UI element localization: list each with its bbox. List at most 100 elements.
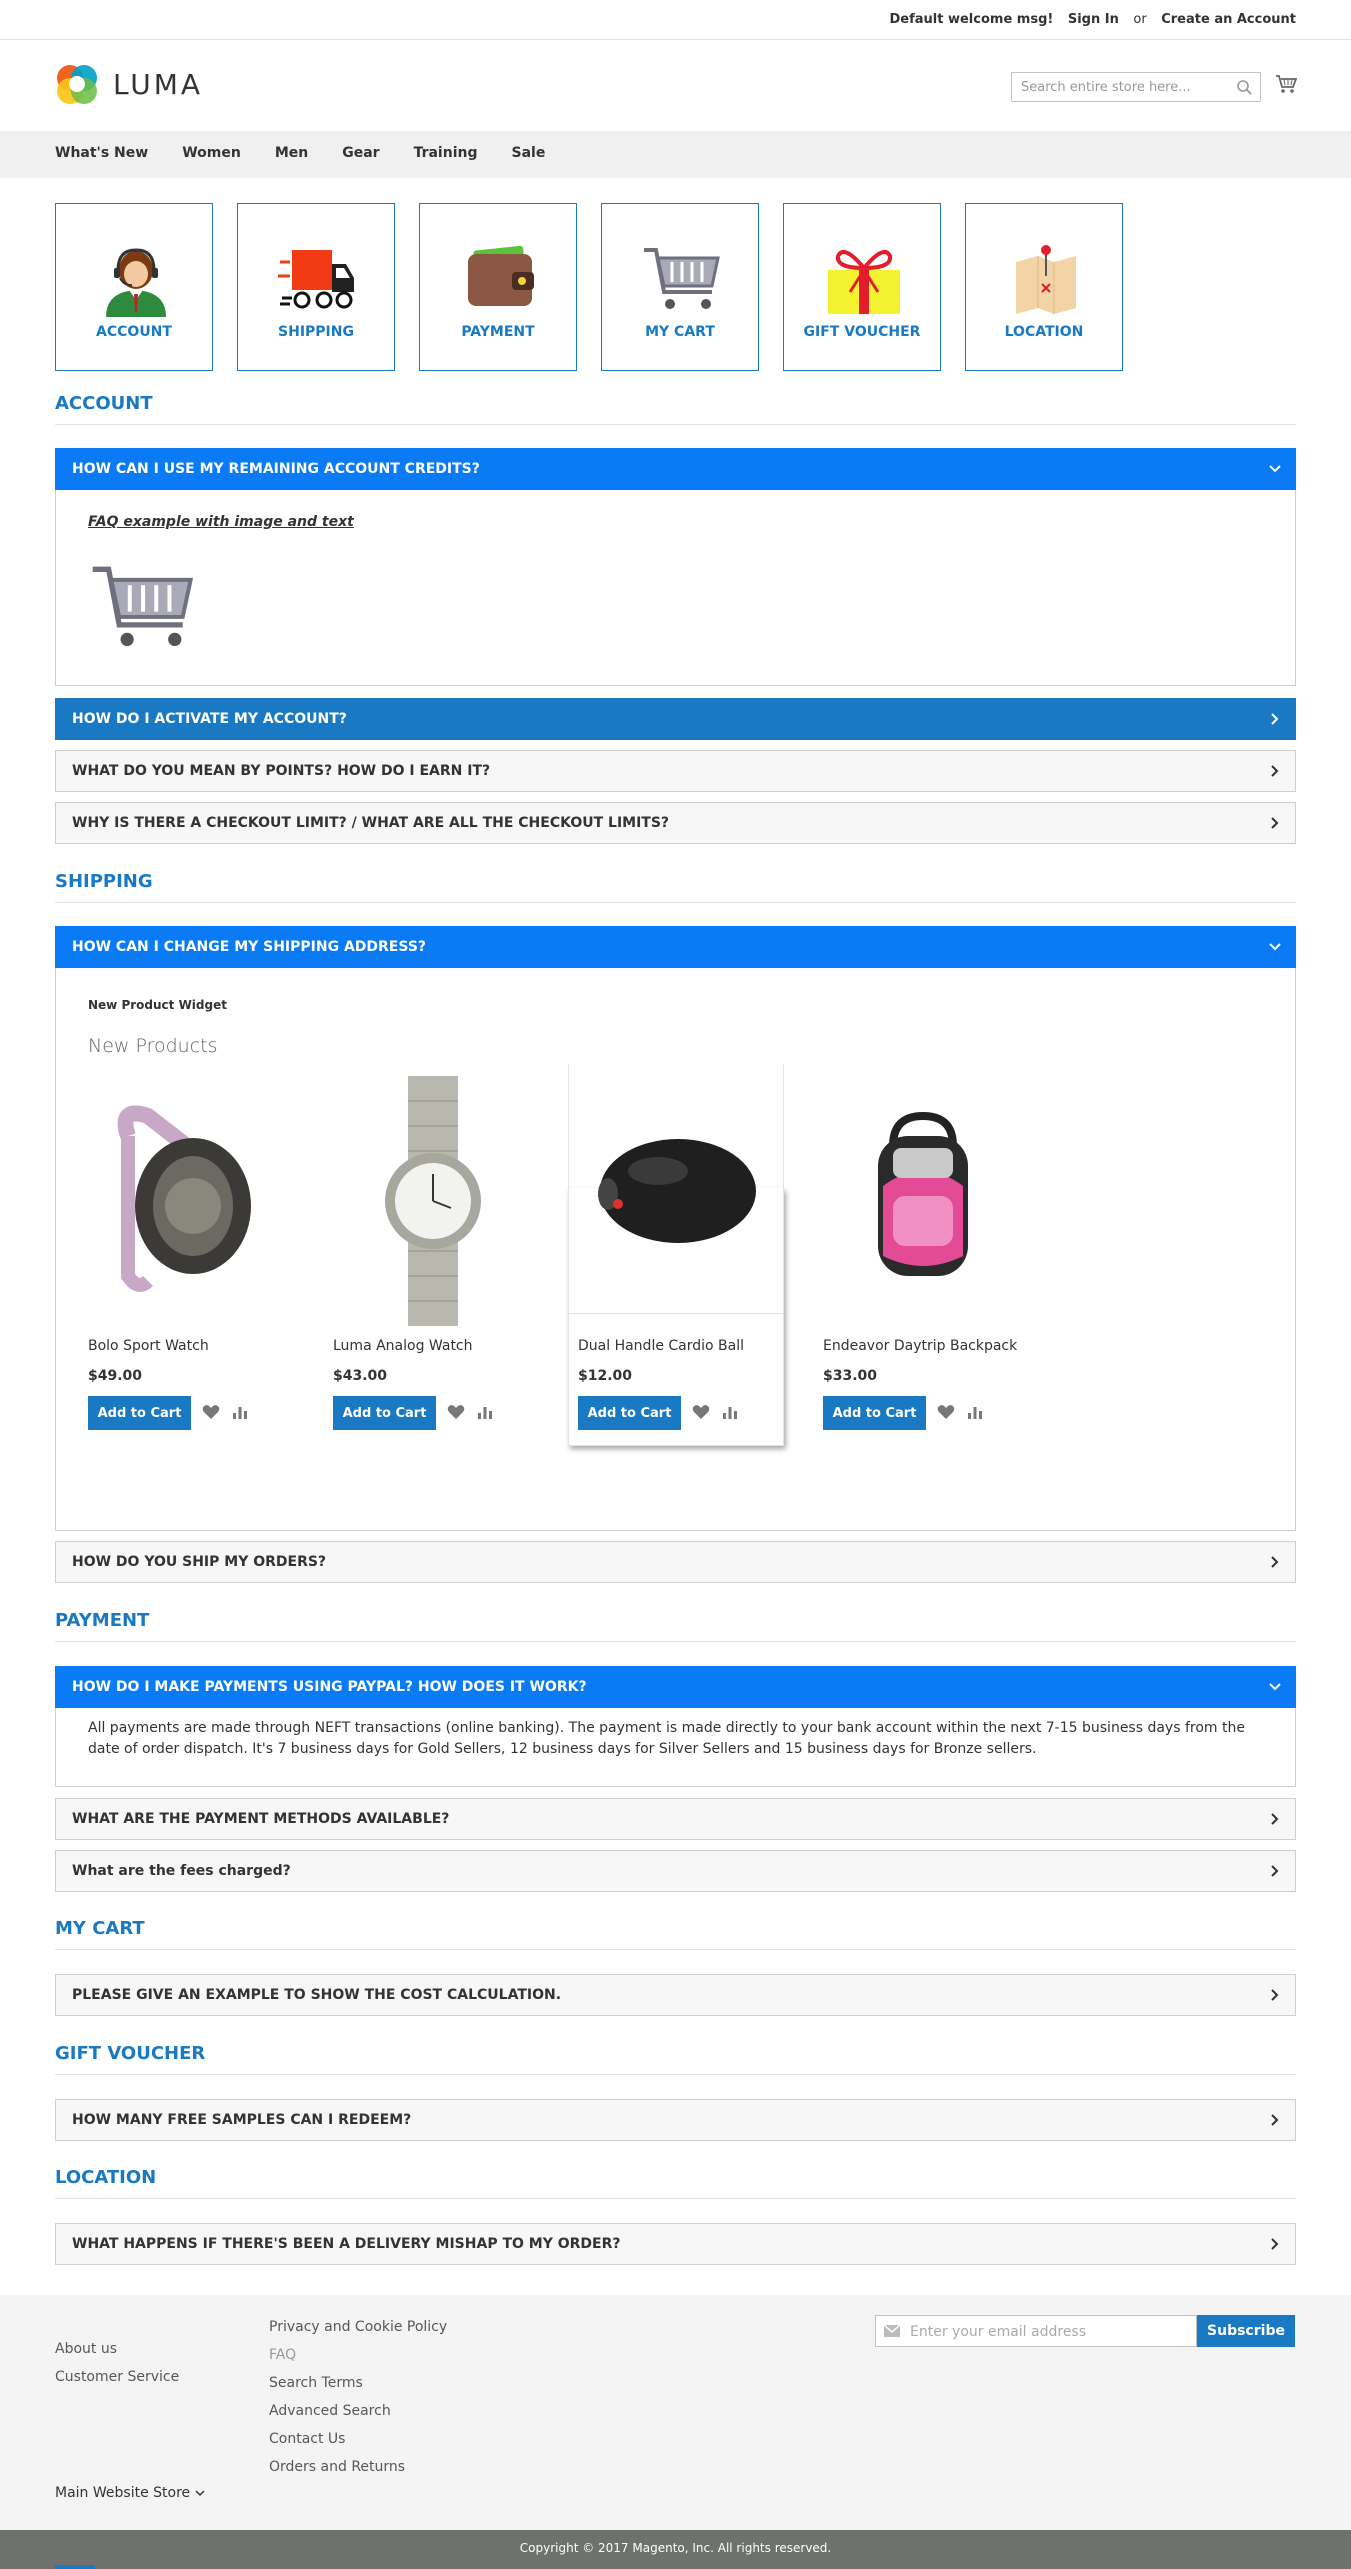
faq-question-text: HOW CAN I USE MY REMAINING ACCOUNT CREDI… [72,461,480,477]
faq-question-account-credits[interactable]: HOW CAN I USE MY REMAINING ACCOUNT CREDI… [55,448,1296,490]
subscribe-button[interactable]: Subscribe [1197,2315,1295,2347]
minicart-icon[interactable] [1275,74,1297,94]
faq-question-free-samples[interactable]: HOW MANY FREE SAMPLES CAN I REDEEM? [55,2099,1296,2141]
search-box [1011,72,1261,102]
category-label: GIFT VOUCHER [803,324,921,340]
footer-link-orders-returns[interactable]: Orders and Returns [269,2453,447,2481]
add-to-cart-button[interactable]: Add to Cart [88,1396,191,1430]
category-tile-my-cart[interactable]: MY CART [601,203,759,371]
product-image-bolo-sport-watch[interactable] [88,1076,288,1326]
category-label: PAYMENT [461,324,535,340]
chevron-right-icon [1271,1865,1279,1877]
faq-question-fees[interactable]: What are the fees charged? [55,1850,1296,1892]
faq-question-text: HOW DO I MAKE PAYMENTS USING PAYPAL? HOW… [72,1679,587,1695]
section-title-payment: PAYMENT [55,1610,1296,1642]
or-separator: or [1133,12,1147,27]
chevron-down-icon [1269,943,1281,951]
category-tile-shipping[interactable]: SHIPPING [237,203,395,371]
footer-link-privacy[interactable]: Privacy and Cookie Policy [269,2313,447,2341]
category-tile-payment[interactable]: PAYMENT [419,203,577,371]
wishlist-heart-icon[interactable] [692,1404,710,1420]
footer-link-customer-service[interactable]: Customer Service [55,2363,179,2391]
chevron-right-icon [1271,1556,1279,1568]
nav-item-gear[interactable]: Gear [342,145,379,161]
add-to-cart-button[interactable]: Add to Cart [823,1396,926,1430]
wallet-icon [468,245,534,306]
wishlist-heart-icon[interactable] [202,1404,220,1420]
faq-category-tiles: ACCOUNT SHIPPING PAYMENT MY CART GIFT VO… [55,203,1147,371]
product-item: Endeavor Daytrip Backpack $33.00 Add to … [823,1076,1038,1446]
category-tile-gift-voucher[interactable]: GIFT VOUCHER [783,203,941,371]
shopping-cart-icon [92,566,194,647]
footer-links-column-2: Privacy and Cookie Policy FAQ Search Ter… [269,2313,447,2481]
footer-link-search-terms[interactable]: Search Terms [269,2369,447,2397]
faq-answer-change-shipping-address: New Product Widget New Products Bolo Spo… [55,968,1296,1531]
nav-item-training[interactable]: Training [414,145,478,161]
faq-question-text: HOW CAN I CHANGE MY SHIPPING ADDRESS? [72,939,427,955]
category-label: SHIPPING [278,324,354,340]
category-tile-account[interactable]: ACCOUNT [55,203,213,371]
compare-icon[interactable] [722,1404,738,1420]
sign-in-link[interactable]: Sign In [1068,12,1119,27]
chevron-right-icon [1271,1989,1279,2001]
footer-link-contact-us[interactable]: Contact Us [269,2425,447,2453]
wishlist-heart-icon[interactable] [447,1404,465,1420]
faq-answer-paypal: All payments are made through NEFT trans… [55,1708,1296,1787]
logo[interactable]: LUMA [55,62,203,106]
header: LUMA [0,40,1351,130]
logo-text: LUMA [113,67,204,101]
create-account-link[interactable]: Create an Account [1161,12,1296,27]
compare-icon[interactable] [477,1404,493,1420]
chevron-right-icon [1271,1813,1279,1825]
faq-question-checkout-limit[interactable]: WHY IS THERE A CHECKOUT LIMIT? / WHAT AR… [55,802,1296,844]
wishlist-heart-icon[interactable] [937,1404,955,1420]
search-icon[interactable] [1236,79,1252,95]
faq-question-cost-calculation[interactable]: PLEASE GIVE AN EXAMPLE TO SHOW THE COST … [55,1974,1296,2016]
category-tile-location[interactable]: LOCATION [965,203,1123,371]
compare-icon[interactable] [967,1404,983,1420]
faq-question-points[interactable]: WHAT DO YOU MEAN BY POINTS? HOW DO I EAR… [55,750,1296,792]
product-price: $12.00 [578,1368,633,1384]
product-image-dual-handle-cardio-ball[interactable] [578,1076,778,1326]
product-name[interactable]: Bolo Sport Watch [88,1338,209,1354]
faq-question-payment-methods[interactable]: WHAT ARE THE PAYMENT METHODS AVAILABLE? [55,1798,1296,1840]
product-name[interactable]: Dual Handle Cardio Ball [578,1338,744,1354]
nav-item-whats-new[interactable]: What's New [55,145,148,161]
faq-example-link[interactable]: FAQ example with image and text [88,514,354,530]
product-name[interactable]: Luma Analog Watch [333,1338,473,1354]
product-price: $33.00 [823,1368,878,1384]
store-switcher[interactable]: Main Website Store [55,2485,205,2501]
newsletter-email-input[interactable] [910,2321,1190,2343]
faq-question-text: WHY IS THERE A CHECKOUT LIMIT? / WHAT AR… [72,815,670,831]
faq-question-activate-account[interactable]: HOW DO I ACTIVATE MY ACCOUNT? [55,698,1296,740]
faq-question-ship-orders[interactable]: HOW DO YOU SHIP MY ORDERS? [55,1541,1296,1583]
support-agent-icon [106,248,166,317]
nav-item-men[interactable]: Men [275,145,308,161]
chevron-right-icon [1271,2114,1279,2126]
footer-link-advanced-search[interactable]: Advanced Search [269,2397,447,2425]
faq-answer-account-credits: FAQ example with image and text [55,490,1296,686]
product-image-endeavor-daytrip-backpack[interactable] [823,1076,1023,1326]
section-title-location: LOCATION [55,2167,1296,2199]
scroll-indicator [55,2565,95,2569]
search-input[interactable] [1012,73,1222,101]
product-name[interactable]: Endeavor Daytrip Backpack [823,1338,1017,1354]
faq-answer-text: All payments are made through NEFT trans… [88,1720,1245,1757]
add-to-cart-button[interactable]: Add to Cart [333,1396,436,1430]
compare-icon[interactable] [232,1404,248,1420]
footer: About us Customer Service Privacy and Co… [0,2295,1351,2530]
envelope-icon [884,2325,900,2337]
add-to-cart-button[interactable]: Add to Cart [578,1396,681,1430]
footer-link-faq: FAQ [269,2347,297,2363]
product-item: Dual Handle Cardio Ball $12.00 Add to Ca… [578,1076,793,1446]
product-image-luma-analog-watch[interactable] [333,1076,533,1326]
luma-logo-icon [57,65,97,104]
footer-link-about-us[interactable]: About us [55,2335,179,2363]
nav-item-women[interactable]: Women [182,145,241,161]
copyright-text: Copyright © 2017 Magento, Inc. All right… [519,2541,832,2555]
faq-question-change-shipping-address[interactable]: HOW CAN I CHANGE MY SHIPPING ADDRESS? [55,926,1296,968]
faq-question-paypal[interactable]: HOW DO I MAKE PAYMENTS USING PAYPAL? HOW… [55,1666,1296,1708]
nav-item-sale[interactable]: Sale [511,145,545,161]
welcome-message: Default welcome msg! [889,12,1054,27]
faq-question-delivery-mishap[interactable]: WHAT HAPPENS IF THERE'S BEEN A DELIVERY … [55,2223,1296,2265]
